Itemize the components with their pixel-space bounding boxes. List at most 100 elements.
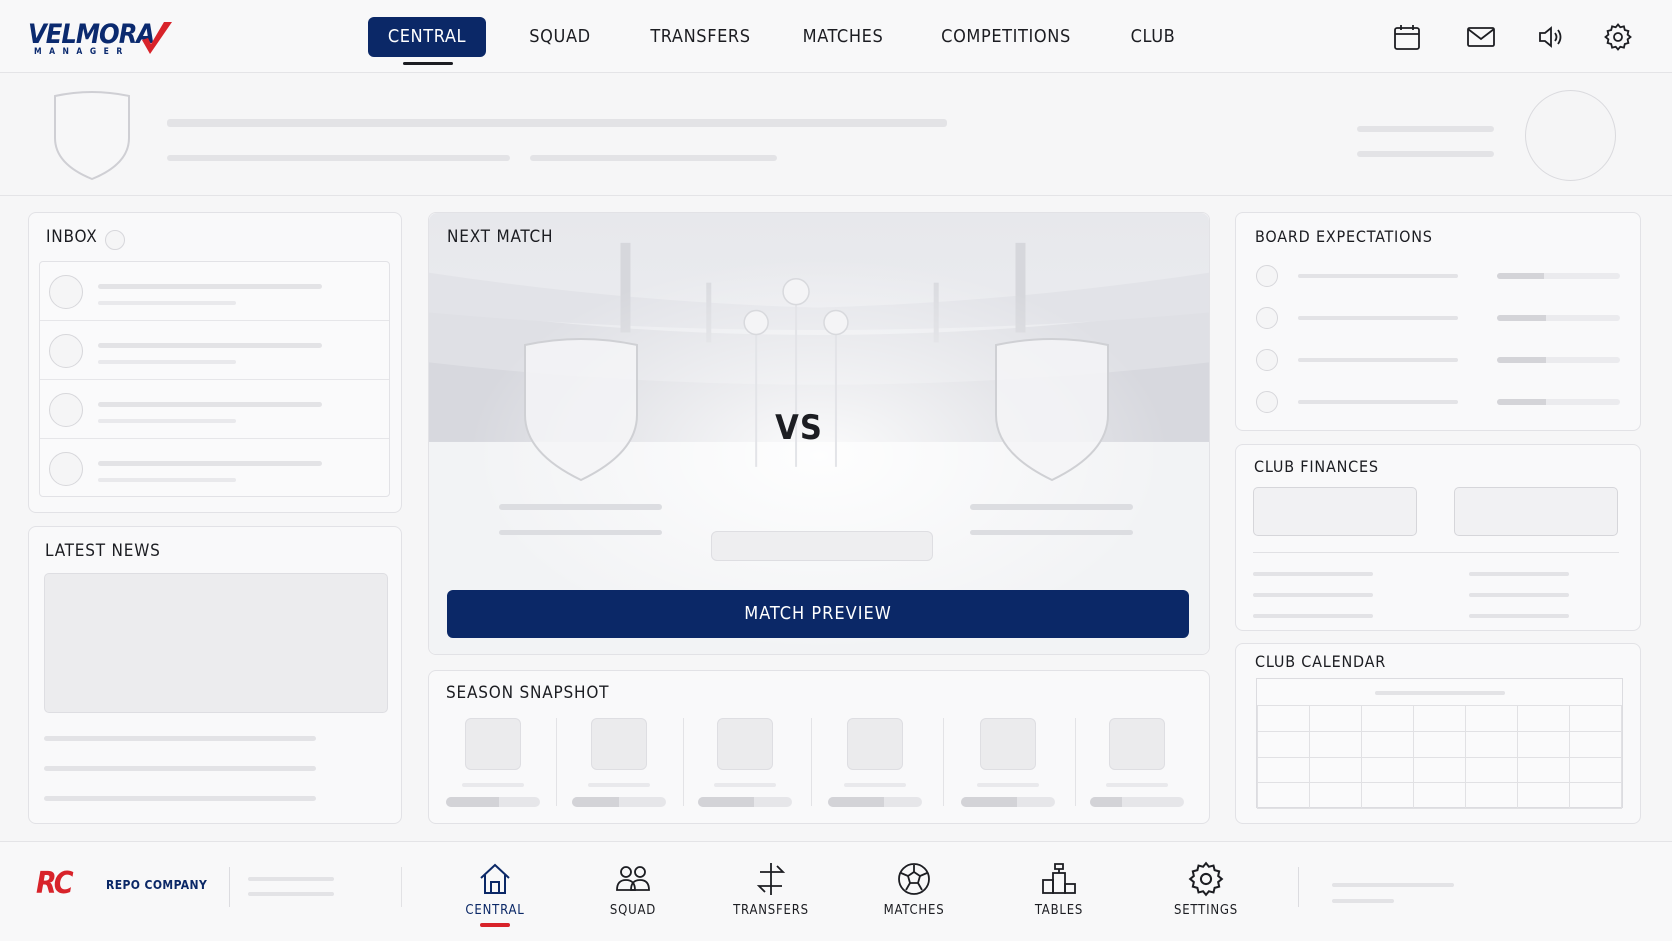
inbox-panel: INBOX (28, 212, 402, 513)
snapshot-stat-tile (980, 718, 1036, 770)
logo-check-icon (142, 22, 172, 54)
calendar-table (1257, 705, 1622, 809)
bottom-nav-transfers[interactable]: TRANSFERS (721, 860, 821, 918)
finance-balance-tile[interactable] (1253, 487, 1417, 536)
away-team-info-placeholder (970, 530, 1133, 535)
inbox-count-badge (105, 230, 125, 250)
sponsor-mark: RC (36, 866, 74, 901)
snapshot-label-placeholder (588, 783, 650, 787)
home-team-name-placeholder (499, 504, 662, 510)
logo-wordmark: VELMORA (28, 19, 155, 50)
nav-tab-transfers[interactable]: TRANSFERS (638, 17, 763, 57)
match-info-placeholder (711, 531, 933, 561)
footer-divider (1298, 867, 1299, 907)
news-image-placeholder[interactable] (44, 573, 388, 713)
bottom-nav-tables[interactable]: TABLES (1009, 860, 1109, 918)
logo-subtitle: MANAGER (34, 47, 130, 57)
bottom-nav-label: TABLES (1034, 903, 1084, 918)
footer-info-placeholder (1332, 883, 1454, 887)
manager-info-placeholder (1357, 151, 1494, 157)
finance-line-placeholder (1469, 572, 1569, 576)
message-preview-placeholder (98, 301, 236, 305)
finance-line-placeholder (1253, 593, 1373, 597)
footer-divider (229, 867, 230, 907)
expectation-progress-bar (1497, 273, 1620, 279)
home-team-crest-icon[interactable] (522, 337, 640, 483)
snapshot-progress-bar (698, 797, 792, 807)
versus-label: VS (775, 408, 823, 448)
settings-gear-icon[interactable] (1603, 22, 1633, 52)
people-icon (616, 866, 650, 891)
calendar-month-placeholder (1375, 691, 1505, 695)
nav-tab-competitions[interactable]: COMPETITIONS (926, 17, 1086, 57)
snapshot-progress-bar (961, 797, 1055, 807)
board-expectations-panel: BOARD EXPECTATIONS (1235, 212, 1641, 431)
away-team-name-placeholder (970, 504, 1133, 510)
bottom-nav-label: CENTRAL (465, 903, 525, 918)
news-line-placeholder (44, 766, 316, 771)
season-snapshot-panel: SEASON SNAPSHOT (428, 670, 1210, 824)
bottom-nav-settings[interactable]: SETTINGS (1156, 860, 1256, 918)
next-match-panel: NEXT MATCH VS MATCH PREVIEW (428, 212, 1210, 655)
away-team-crest-icon[interactable] (993, 337, 1111, 483)
active-tab-underline (403, 62, 453, 65)
snapshot-divider (556, 718, 557, 806)
board-expectations-title: BOARD EXPECTATIONS (1255, 227, 1433, 246)
transfer-arrows-icon (756, 863, 786, 895)
snapshot-label-placeholder (1106, 783, 1168, 787)
snapshot-label-placeholder (462, 783, 524, 787)
message-preview-placeholder (98, 419, 236, 423)
nav-tab-club[interactable]: CLUB (1113, 17, 1193, 57)
sender-avatar (49, 452, 83, 486)
club-finances-panel: CLUB FINANCES (1235, 444, 1641, 631)
bottom-nav-label: MATCHES (883, 903, 945, 918)
finance-line-placeholder (1253, 614, 1373, 618)
nav-tab-central[interactable]: CENTRAL (368, 17, 486, 57)
message-preview-placeholder (98, 478, 236, 482)
latest-news-title: LATEST NEWS (45, 541, 161, 561)
snapshot-progress-bar (828, 797, 922, 807)
mail-icon[interactable] (1466, 22, 1496, 52)
speaker-icon[interactable] (1536, 22, 1566, 52)
expectation-status-icon (1256, 391, 1278, 413)
inbox-message[interactable] (40, 321, 389, 380)
home-icon (480, 863, 510, 894)
next-match-title: NEXT MATCH (447, 227, 554, 247)
velmora-logo[interactable]: VELMORA MANAGER (28, 20, 173, 60)
football-icon (898, 863, 930, 895)
snapshot-stat-tile (591, 718, 647, 770)
snapshot-divider (811, 718, 812, 806)
club-info-placeholder (530, 155, 777, 161)
snapshot-stat-tile (717, 718, 773, 770)
snapshot-stat-tile (465, 718, 521, 770)
settings-gear-icon (1188, 861, 1224, 897)
sender-avatar (49, 393, 83, 427)
bottom-nav-central[interactable]: CENTRAL (445, 860, 545, 918)
expectation-status-icon (1256, 265, 1278, 287)
calendar-icon[interactable] (1392, 22, 1422, 52)
nav-tab-matches[interactable]: MATCHES (788, 17, 898, 57)
calendar-grid[interactable] (1256, 678, 1623, 809)
message-subject-placeholder (98, 461, 322, 466)
message-subject-placeholder (98, 402, 322, 407)
match-preview-button[interactable]: MATCH PREVIEW (447, 590, 1189, 638)
bottom-navigation-bar: RC REPO COMPANY CENTRAL SQUAD TRANSFERS … (0, 841, 1672, 941)
nav-tab-squad[interactable]: SQUAD (510, 17, 610, 57)
manager-avatar[interactable] (1525, 90, 1616, 181)
bottom-nav-label: SQUAD (609, 903, 657, 918)
bottom-nav-label: TRANSFERS (733, 903, 809, 918)
snapshot-label-placeholder (844, 783, 906, 787)
finance-budget-tile[interactable] (1454, 487, 1618, 536)
message-preview-placeholder (98, 360, 236, 364)
bottom-nav-squad[interactable]: SQUAD (583, 860, 683, 918)
inbox-message[interactable] (40, 439, 389, 498)
finance-line-placeholder (1469, 614, 1569, 618)
snapshot-stat-tile (847, 718, 903, 770)
sponsor-name: REPO COMPANY (106, 878, 208, 892)
snapshot-divider (683, 718, 684, 806)
snapshot-label-placeholder (714, 783, 776, 787)
inbox-message[interactable] (40, 262, 389, 321)
inbox-message[interactable] (40, 380, 389, 439)
message-subject-placeholder (98, 284, 322, 289)
bottom-nav-matches[interactable]: MATCHES (864, 860, 964, 918)
